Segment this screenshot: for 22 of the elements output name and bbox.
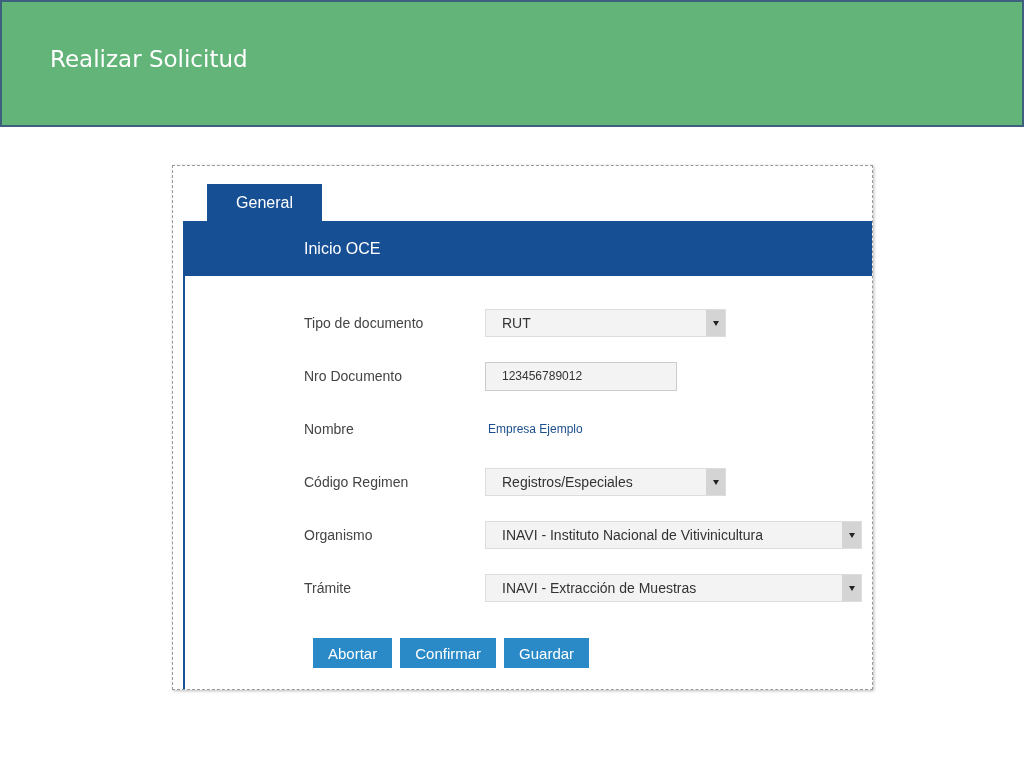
field-label: Nro Documento: [304, 368, 404, 384]
dropdown[interactable]: Registros/Especiales: [485, 468, 726, 496]
dropdown[interactable]: INAVI - Instituto Nacional de Vitivinicultura: [485, 521, 862, 549]
field-label: Organismo: [304, 527, 374, 543]
form-button[interactable]: Guardar: [504, 638, 590, 668]
field-label: Código Regimen: [304, 474, 410, 490]
field-label: Trámite: [304, 580, 352, 596]
field-label: Tipo de documento: [304, 315, 425, 331]
form-button[interactable]: Confirmar: [400, 638, 497, 668]
caret-icon: [712, 320, 719, 326]
input-field[interactable]: 123456789012: [485, 361, 677, 391]
caret-icon: [848, 585, 855, 591]
dropdown[interactable]: INAVI - Extracción de Muestras: [485, 574, 862, 602]
field-label: Nombre: [304, 421, 355, 437]
form-button[interactable]: Abortar: [313, 638, 393, 668]
field-value: Empresa Ejemplo: [487, 422, 583, 436]
section-title: Inicio OCE: [304, 239, 381, 258]
dropdown[interactable]: RUT: [485, 309, 726, 337]
page-title: Realizar Solicitud: [50, 46, 248, 72]
caret-icon: [712, 479, 719, 485]
caret-icon: [848, 532, 855, 538]
tab[interactable]: General: [207, 184, 322, 221]
